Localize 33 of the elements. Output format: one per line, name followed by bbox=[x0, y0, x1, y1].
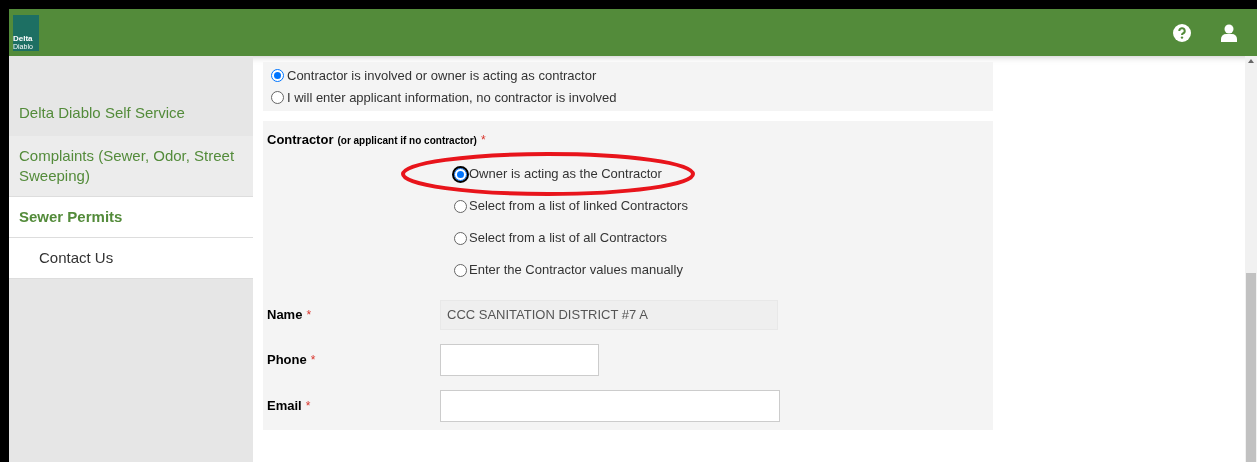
radio-button[interactable] bbox=[454, 167, 467, 181]
scroll-up-icon[interactable] bbox=[1248, 59, 1254, 63]
required-marker: * bbox=[480, 132, 486, 149]
name-field[interactable]: CCC SANITATION DISTRICT #7 A bbox=[440, 300, 778, 330]
field-label: Contractor bbox=[267, 131, 334, 149]
option-label[interactable]: Select from a list of linked Contractors bbox=[469, 196, 688, 216]
field-label: Phone bbox=[267, 351, 307, 370]
radio-button[interactable] bbox=[454, 263, 467, 277]
required-marker: * bbox=[306, 307, 312, 324]
scrollbar-thumb[interactable] bbox=[1246, 273, 1256, 462]
sidebar-title: Delta Diablo Self Service bbox=[18, 103, 186, 123]
option-label[interactable]: Enter the Contractor values manually bbox=[469, 260, 683, 280]
help-icon[interactable] bbox=[1173, 23, 1191, 42]
option-label[interactable]: I will enter applicant information, no contractor is involved bbox=[287, 87, 617, 108]
radio-button[interactable] bbox=[271, 69, 284, 82]
scrollbar[interactable] bbox=[1245, 56, 1257, 462]
sidebar-item[interactable]: Sewer Permits bbox=[9, 197, 253, 238]
required-marker: * bbox=[305, 398, 311, 415]
option-label[interactable]: Select from a list of all Contractors bbox=[469, 228, 667, 248]
option-label[interactable]: Contractor is involved or owner is acting as contractor bbox=[287, 65, 597, 86]
radio-button[interactable] bbox=[271, 91, 284, 104]
radio-button[interactable] bbox=[454, 231, 467, 245]
sidebar-item[interactable]: Contact Us bbox=[9, 238, 253, 279]
input-field[interactable] bbox=[440, 344, 599, 376]
logo-text: Delta bbox=[13, 34, 34, 43]
field-hint: (or applicant if no contractor) bbox=[337, 134, 477, 148]
user-icon[interactable] bbox=[1221, 23, 1237, 42]
field-label: Email bbox=[267, 397, 302, 416]
field-label: Name bbox=[267, 306, 303, 325]
input-field[interactable] bbox=[440, 390, 780, 422]
required-marker: * bbox=[310, 352, 316, 369]
sidebar-item[interactable]: Complaints (Sewer, Odor, Street Sweeping) bbox=[9, 136, 253, 197]
radio-button[interactable] bbox=[454, 199, 467, 213]
